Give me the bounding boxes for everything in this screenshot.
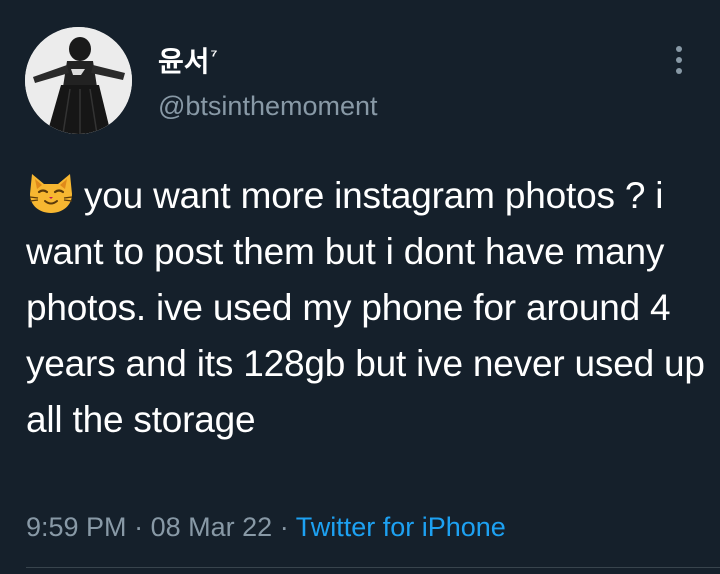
divider	[26, 567, 720, 568]
display-name[interactable]: 윤서⁷	[158, 40, 218, 78]
display-name-superscript: ⁷	[210, 46, 218, 65]
tweet-text: you want more instagram photos ? i want …	[26, 168, 706, 448]
tweet-time: 9:59 PM	[26, 512, 127, 542]
tweet-card: 윤서⁷ @btsinthemoment you want more instag…	[0, 0, 720, 574]
tweet-source-link[interactable]: Twitter for iPhone	[296, 512, 506, 542]
avatar[interactable]	[25, 27, 132, 134]
smirking-cat-emoji	[26, 170, 76, 214]
tweet-date: 08 Mar 22	[150, 512, 273, 542]
tweet-meta: 9:59 PM · 08 Mar 22 · Twitter for iPhone	[26, 510, 506, 544]
user-handle[interactable]: @btsinthemoment	[158, 90, 378, 122]
meta-separator: ·	[279, 512, 289, 542]
more-vertical-icon[interactable]	[664, 40, 694, 80]
meta-separator: ·	[134, 512, 144, 542]
tweet-body: you want more instagram photos ? i want …	[26, 175, 705, 440]
display-name-text: 윤서	[158, 46, 210, 77]
